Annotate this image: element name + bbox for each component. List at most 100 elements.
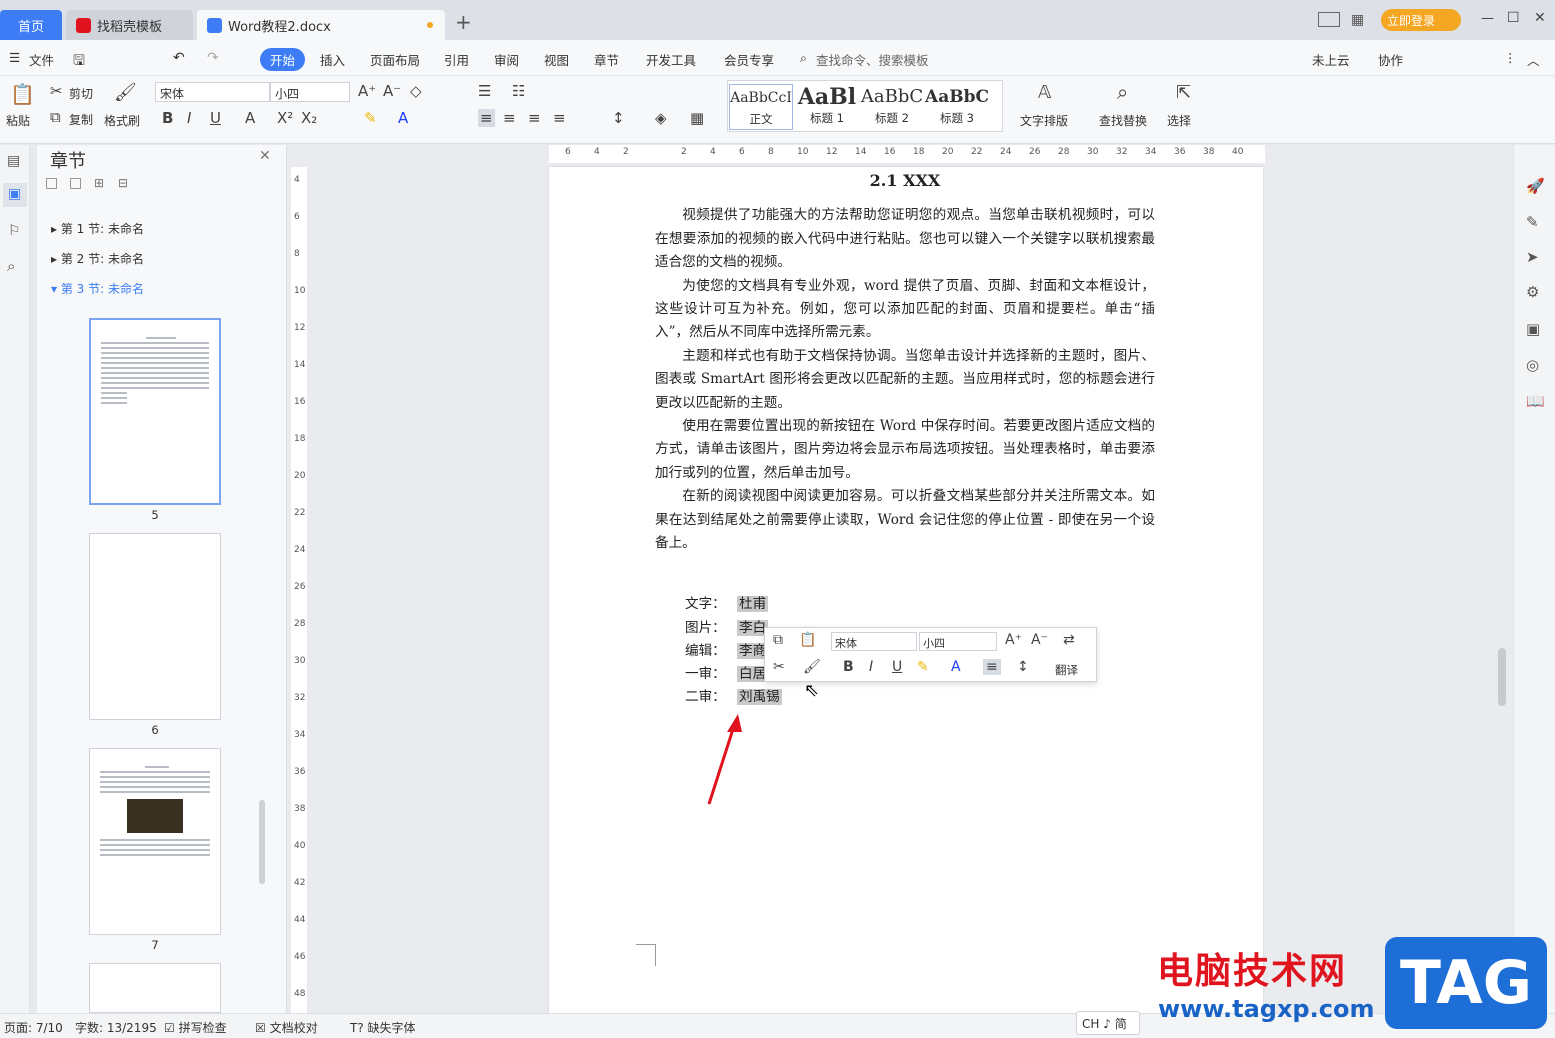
paste-button[interactable]: 粘贴 — [6, 112, 30, 129]
save-icon[interactable]: 🖫 — [73, 50, 85, 74]
mini-align-icon[interactable]: ≡ — [983, 659, 1001, 675]
mini-paste-icon[interactable]: 📋 — [799, 632, 816, 648]
select-button[interactable]: 选择 — [1167, 112, 1191, 129]
style-heading1[interactable]: AaBl 标题 1 — [795, 84, 859, 130]
collapse-ribbon-icon[interactable]: ︿ — [1527, 50, 1540, 69]
copy-button[interactable]: 复制 — [69, 111, 93, 128]
compass-icon[interactable]: ◎ — [1526, 356, 1539, 374]
tab-template[interactable]: 找稻壳模板 — [66, 10, 193, 40]
cut-button[interactable]: 剪切 — [69, 85, 93, 102]
menu-developer[interactable]: 开发工具 — [646, 50, 696, 69]
mini-bold-icon[interactable]: B — [843, 659, 854, 675]
text-layout-button[interactable]: 文字排版 — [1020, 112, 1068, 129]
redo-icon[interactable]: ↷ — [207, 50, 219, 66]
page-indicator[interactable]: 页面: 7/10 — [4, 1019, 63, 1036]
align-right-icon[interactable]: ≡ — [528, 109, 541, 127]
superscript-icon[interactable]: X² — [277, 109, 293, 127]
shrink-font-icon[interactable]: A⁻ — [383, 82, 401, 100]
format-painter-icon[interactable]: 🖌 — [114, 82, 137, 103]
find-replace-button[interactable]: 查找替换 — [1099, 112, 1147, 129]
font-name-select[interactable]: 宋体 — [155, 82, 270, 102]
bookmark-icon[interactable]: ⚐ — [8, 223, 21, 239]
copy-icon[interactable]: ⧉ — [50, 108, 61, 126]
underline-icon[interactable]: U — [210, 109, 221, 127]
new-tab-button[interactable]: + — [455, 10, 472, 34]
align-left-icon[interactable]: ≡ — [478, 109, 495, 127]
border-icon[interactable]: ▦ — [690, 109, 704, 127]
mini-line-spacing-icon[interactable]: ↕ — [1017, 659, 1029, 675]
page-thumbnail-8[interactable] — [89, 963, 221, 1013]
section-item-3[interactable]: ▾ 第 3 节: 未命名 — [51, 280, 144, 297]
document-body[interactable]: 2.1 XXX 视频提供了功能强大的方法帮助您证明您的观点。当您单击联机视频时，… — [655, 167, 1155, 556]
font-size-select[interactable]: 小四 — [270, 82, 350, 102]
align-center-icon[interactable]: ≡ — [503, 109, 516, 127]
remove-section-icon[interactable]: ⊟ — [118, 176, 128, 190]
mini-font-size[interactable]: 小四 — [919, 632, 997, 651]
expand-all-icon[interactable] — [46, 178, 57, 189]
canvas-scrollbar[interactable] — [1498, 648, 1506, 706]
collapse-all-icon[interactable] — [70, 178, 81, 189]
numbering-icon[interactable]: ☷ — [512, 82, 525, 100]
menu-file[interactable]: 文件 — [29, 50, 54, 69]
rocket-icon[interactable]: 🚀 — [1526, 177, 1545, 195]
vertical-ruler[interactable]: 4 6 8 10 12 14 16 18 20 22 24 26 28 30 32 34 36 38 40 42 44 4… — [291, 167, 307, 1013]
menu-references[interactable]: 引用 — [444, 50, 469, 69]
menu-member[interactable]: 会员专享 — [724, 50, 774, 69]
document-page[interactable]: 2.1 XXX 视频提供了功能强大的方法帮助您证明您的观点。当您单击联机视频时，… — [549, 167, 1263, 1013]
hamburger-icon[interactable]: ☰ — [9, 50, 20, 65]
page-thumbnail-6[interactable] — [89, 533, 221, 720]
collab-button[interactable]: 协作 — [1378, 50, 1403, 69]
book-icon[interactable]: 📖 — [1526, 392, 1545, 410]
pen-icon[interactable]: ✎ — [1526, 213, 1539, 231]
command-search[interactable]: 查找命令、搜索模板 — [816, 50, 929, 69]
style-heading2[interactable]: AaBbC 标题 2 — [860, 84, 924, 130]
more-icon[interactable]: ⋮ — [1504, 50, 1517, 65]
credit-value-1[interactable]: 杜甫 — [737, 596, 769, 612]
doc-proof-button[interactable]: ☒ 文档校对 — [255, 1019, 318, 1036]
mini-copy-icon[interactable]: ⧉ — [773, 632, 783, 648]
mini-grow-font-icon[interactable]: A⁺ — [1005, 632, 1022, 648]
login-button[interactable]: 立即登录 — [1381, 9, 1461, 31]
close-pane-icon[interactable]: ✕ — [259, 148, 271, 164]
bold-icon[interactable]: B — [162, 109, 173, 127]
text-layout-icon[interactable]: 𝔸 — [1038, 82, 1051, 103]
page-thumbnail-5[interactable] — [89, 318, 221, 505]
tab-document[interactable]: Word教程2.docx — [197, 10, 445, 40]
word-count[interactable]: 字数: 13/2195 — [75, 1019, 157, 1036]
add-section-icon[interactable]: ⊞ — [94, 176, 104, 190]
horizontal-ruler[interactable]: 6 4 2 2 4 6 8 10 12 14 16 18 20 22 24 26 28 30 32 34 36 38 40 — [549, 145, 1265, 163]
spell-check-button[interactable]: ☑ 拼写检查 — [164, 1019, 227, 1036]
minimize-button[interactable]: — — [1481, 11, 1494, 26]
shading-icon[interactable]: ◈ — [655, 109, 667, 127]
mini-format-painter-icon[interactable]: 🖌 — [803, 659, 821, 675]
paste-icon[interactable]: 📋 — [10, 82, 35, 106]
chapter-nav-icon[interactable]: ▣ — [3, 183, 27, 207]
pointer-icon[interactable]: ➤ — [1526, 248, 1539, 266]
subscript-icon[interactable]: X₂ — [301, 109, 317, 127]
clear-format-icon[interactable]: ◇ — [410, 82, 422, 100]
outline-icon[interactable]: ▤ — [7, 153, 20, 169]
mini-font-color-icon[interactable]: A — [951, 659, 961, 675]
cursor-icon[interactable]: ⇱ — [1176, 82, 1191, 103]
menu-start[interactable]: 开始 — [260, 48, 306, 71]
justify-icon[interactable]: ≡ — [553, 109, 566, 127]
mini-underline-icon[interactable]: U — [892, 659, 902, 675]
menu-review[interactable]: 审阅 — [494, 50, 519, 69]
mini-cut-icon[interactable]: ✂ — [773, 659, 785, 675]
missing-font-button[interactable]: T? 缺失字体 — [350, 1019, 416, 1036]
mini-convert-icon[interactable]: ⇄ — [1063, 632, 1075, 648]
highlight-icon[interactable]: ✎ — [364, 109, 377, 127]
tab-home[interactable]: 首页 — [0, 10, 62, 40]
grow-font-icon[interactable]: A⁺ — [358, 82, 376, 100]
menu-page-layout[interactable]: 页面布局 — [370, 50, 420, 69]
settings-sliders-icon[interactable]: ⚙ — [1526, 283, 1539, 301]
style-heading3[interactable]: AaBbC 标题 3 — [925, 84, 989, 130]
line-spacing-icon[interactable]: ↕ — [612, 109, 625, 127]
page-thumbnail-7[interactable] — [89, 748, 221, 935]
credit-value-5[interactable]: 刘禹锡 — [737, 689, 782, 705]
ime-indicator[interactable]: CH ♪ 简 — [1076, 1011, 1140, 1035]
section-item-2[interactable]: ▸ 第 2 节: 未命名 — [51, 250, 144, 267]
layout-icon[interactable] — [1318, 12, 1340, 27]
cloud-status[interactable]: 未上云 — [1312, 50, 1350, 69]
mini-shrink-font-icon[interactable]: A⁻ — [1031, 632, 1048, 648]
